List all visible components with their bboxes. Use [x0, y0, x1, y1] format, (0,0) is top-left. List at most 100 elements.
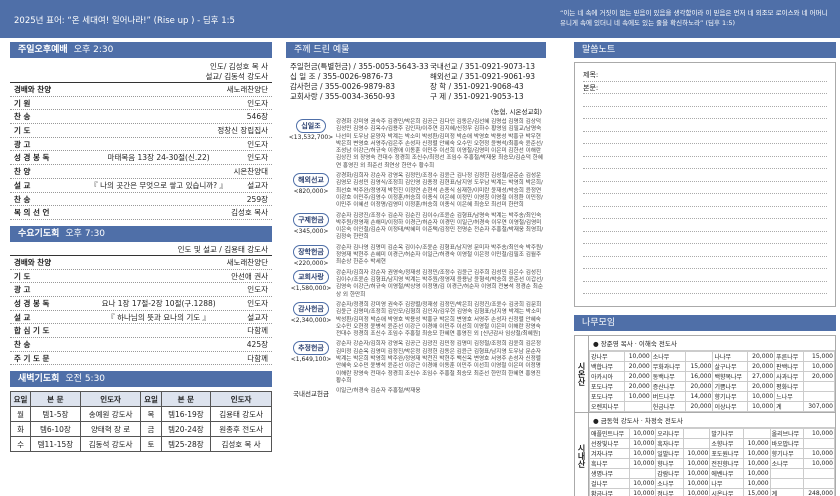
order-row: 성 경 봉 독 요나 1장 17절-2장 10절(구.1288) 인도자: [10, 297, 272, 311]
tree-cell: 전진향나무: [709, 458, 745, 469]
order-person: 인도자: [247, 98, 268, 108]
memo-line[interactable]: [583, 107, 827, 119]
memo-line[interactable]: [583, 94, 827, 107]
offering-label: 구제헌금 <345,000>: [286, 212, 336, 242]
bank-accounts: 주일헌금(특별헌금) / 355-0053-5643-33 국내선교 / 351-…: [286, 58, 546, 106]
offering-amount: <1,649,100>: [290, 356, 332, 364]
dawn-table: 요일 본 문 인도자 요일 본 문 인도자 월 템1-5장 송예원 강도사 목 템16-19장 김용…: [9, 391, 272, 453]
memo-line[interactable]: [583, 269, 827, 282]
tree-cell: 10,000: [743, 438, 771, 449]
tree-cell: 20,000: [685, 381, 714, 392]
offering-label: 감사헌금 <2,340,000>: [286, 301, 336, 338]
order-row: 찬 송 259장: [10, 193, 272, 207]
tree-cell: 10,000: [628, 438, 657, 449]
tree-cell: 10,000: [623, 391, 652, 402]
order-person: 김성호 목사: [231, 208, 268, 218]
account-left: 주일헌금(특별헌금) / 355-0053-5643-33: [290, 62, 429, 71]
tree-cell: 포도원나무: [709, 448, 745, 459]
memo-line[interactable]: [583, 244, 827, 257]
tree-cell: 일발나무: [655, 448, 684, 459]
memo-line[interactable]: [583, 169, 827, 182]
memo-line[interactable]: [583, 207, 827, 219]
memo-line[interactable]: [583, 119, 827, 132]
tree-cell: 10,000: [743, 448, 771, 459]
offering-item: 교회사랑 <1,580,000> 강순자/김희자 강순자 권영숙/정재성 김정민/조…: [286, 269, 546, 299]
tree-cell: 이상나무: [712, 401, 749, 412]
account-right: 해외선교 / 351-0921-9061-93: [430, 72, 536, 81]
tree-cell: 10,000: [743, 458, 771, 469]
domestic-offering: 국내선교헌금 이일근/허경숙 김순자 주홍철/박재웅: [286, 388, 546, 398]
tree-cell: 흑나무: [589, 458, 630, 469]
order-row: 찬 송 546장: [10, 110, 272, 125]
tree-cell: 10,000: [628, 458, 657, 469]
memo-line[interactable]: [583, 157, 827, 169]
order-content: [70, 352, 247, 365]
order-person: 인도자: [247, 139, 268, 149]
order-row: 찬 양 시온찬양대: [10, 165, 272, 179]
tree-cell: 포도나무: [589, 381, 625, 392]
tree-cell: 10,000: [682, 448, 711, 459]
tree-cell: 황금나무: [589, 488, 630, 496]
tree-cell: 느나무: [774, 391, 804, 402]
memo-text-field[interactable]: 본문:: [583, 82, 827, 94]
memo-line[interactable]: [583, 144, 827, 157]
tree-cell: 20,000: [802, 371, 836, 382]
tree-cell: 강나무: [589, 351, 625, 362]
table-row: 포도나무 10,000 버드나무 14,000 향기나무 10,000 느나무: [589, 391, 836, 402]
memo-line[interactable]: [583, 219, 827, 232]
memo-line[interactable]: [583, 282, 827, 294]
order-label: 성 경 봉 독: [14, 153, 50, 163]
memo-title-field[interactable]: 제목:: [583, 69, 827, 82]
tree-cell: 10,000: [747, 391, 776, 402]
account-left: 교회사랑 / 355-0034-3650-93: [290, 92, 396, 101]
order-label: 경배와 찬양: [14, 85, 52, 94]
memo-line[interactable]: [583, 232, 827, 244]
memo-line[interactable]: [583, 257, 827, 269]
tree-cell: 나나무: [712, 351, 749, 362]
order-person: 새노래찬양단: [226, 85, 268, 94]
order-label: 찬 양: [14, 167, 31, 177]
order-row: 기 도 정창신 장립집사: [10, 124, 272, 138]
tree-cell: [769, 468, 805, 479]
tree-cell: 계: [774, 401, 804, 412]
order-content: [70, 165, 234, 178]
tree-title: 나무모임: [574, 315, 836, 331]
dawn-cell: 목: [140, 406, 162, 423]
account-line: 십 일 조 / 355-0026-9876-73 해외선교 / 351-0921-…: [290, 72, 542, 82]
tree-cell: 시온나무: [709, 488, 745, 496]
tree-cell: 판백나무: [774, 361, 804, 372]
dawn-header: 요일: [9, 391, 32, 408]
table-row: 선장빛나무 10,000 흑자나무 소향나무 10,000 바오밥나무: [589, 438, 835, 449]
tree-cell: 20,000: [747, 361, 776, 372]
top-banner: 2025년 표어: “온 세대여! 일어나라!” (Rise up ) - 딤후…: [0, 0, 840, 38]
order-label: 찬 송: [14, 340, 31, 349]
offering-item: 추정헌금 <1,649,100> 강순자 강순자/김희자 강영옥 김공근 김광진 김…: [286, 341, 546, 385]
dawn-cell: 템20-24장: [160, 421, 212, 438]
tree-cell: 기쁨나무: [712, 381, 749, 392]
memo-line[interactable]: [583, 194, 827, 207]
order-row: 기 원 인도자: [10, 97, 272, 111]
tree-cell: 10,000: [743, 478, 771, 489]
order-label: 기 도: [14, 126, 31, 136]
dawn-header: 인도자: [210, 391, 272, 408]
order-content: 『 나의 곳간은 무엇으로 쌓고 있습니까? 』: [90, 180, 228, 190]
memo-title: 말씀노트: [574, 42, 836, 58]
order-label: 합 심 기 도: [14, 326, 50, 336]
tree-cell: [802, 381, 836, 392]
memo-line[interactable]: [583, 182, 827, 194]
tree-cell: 올리브나무: [769, 428, 805, 439]
order-label: 기 원: [14, 98, 31, 108]
order-content: [70, 324, 247, 337]
tree-cell: 10,000: [682, 488, 711, 496]
tree-cell: 10,000: [628, 488, 657, 496]
memo-line[interactable]: [583, 132, 827, 144]
group-body: ● 장준영 목사 · 이해숙 전도사 강나무 10,000 소나무 나나무 20,000 푸…: [589, 336, 836, 412]
tree-cell: 에벤나무: [709, 468, 745, 479]
tree-cell: [628, 468, 657, 479]
sunday-leader: 인도/ 김성호 목 사: [210, 62, 268, 71]
tree-cell: [803, 478, 835, 489]
dawn-cell: 월: [9, 406, 32, 423]
tree-cell: 소향나무: [709, 438, 745, 449]
tree-cell: 소나무: [769, 458, 805, 469]
order-person: 정창신 장립집사: [217, 126, 268, 136]
